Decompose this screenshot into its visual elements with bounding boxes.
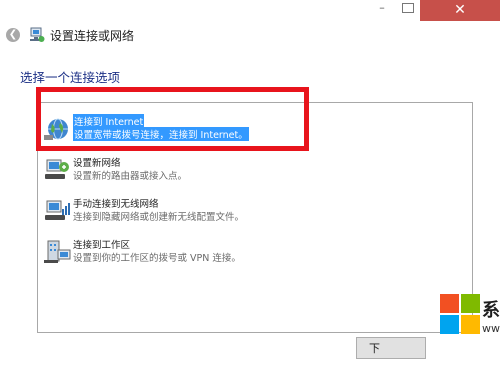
next-button[interactable]: 下 bbox=[356, 337, 426, 359]
back-button[interactable]: ❮ bbox=[6, 28, 20, 42]
close-button[interactable]: ✕ bbox=[420, 0, 500, 21]
title-bar: – ✕ bbox=[0, 0, 500, 22]
network-center-icon bbox=[30, 27, 45, 42]
option-title: 连接到工作区 bbox=[73, 240, 131, 251]
maximize-button[interactable] bbox=[402, 3, 414, 13]
option-description: 连接到隐藏网络或创建新无线配置文件。 bbox=[73, 212, 245, 223]
wireless-network-icon bbox=[45, 200, 70, 220]
navigation-bar: ❮ 设置连接或网络 bbox=[0, 22, 500, 48]
setup-connection-window: – ✕ ❮ 设置连接或网络 选择一个连接选项 连接到 Internet 设置宽带… bbox=[0, 0, 500, 368]
windows-logo-icon bbox=[440, 294, 480, 334]
option-title: 设置新网络 bbox=[73, 158, 121, 169]
option-description: 设置到你的工作区的拨号或 VPN 连接。 bbox=[73, 253, 241, 264]
watermark-url: www.win7999.com bbox=[482, 322, 500, 335]
watermark-brand: 系统粉 bbox=[482, 300, 500, 321]
router-network-icon bbox=[45, 159, 69, 179]
window-title: 设置连接或网络 bbox=[50, 29, 135, 43]
option-description: 设置新的路由器或接入点。 bbox=[73, 171, 188, 182]
site-watermark: 系统粉 www.win7999.com bbox=[440, 294, 500, 368]
option-connect-workplace[interactable]: 连接到工作区 设置到你的工作区的拨号或 VPN 连接。 bbox=[44, 236, 464, 270]
annotation-highlight-box bbox=[36, 87, 309, 151]
option-new-network[interactable]: 设置新网络 设置新的路由器或接入点。 bbox=[44, 154, 464, 188]
page-heading: 选择一个连接选项 bbox=[20, 70, 121, 85]
option-title: 手动连接到无线网络 bbox=[73, 199, 159, 210]
minimize-button[interactable]: – bbox=[375, 2, 389, 13]
workplace-vpn-icon bbox=[44, 240, 71, 263]
option-manual-wireless[interactable]: 手动连接到无线网络 连接到隐藏网络或创建新无线配置文件。 bbox=[44, 195, 464, 229]
